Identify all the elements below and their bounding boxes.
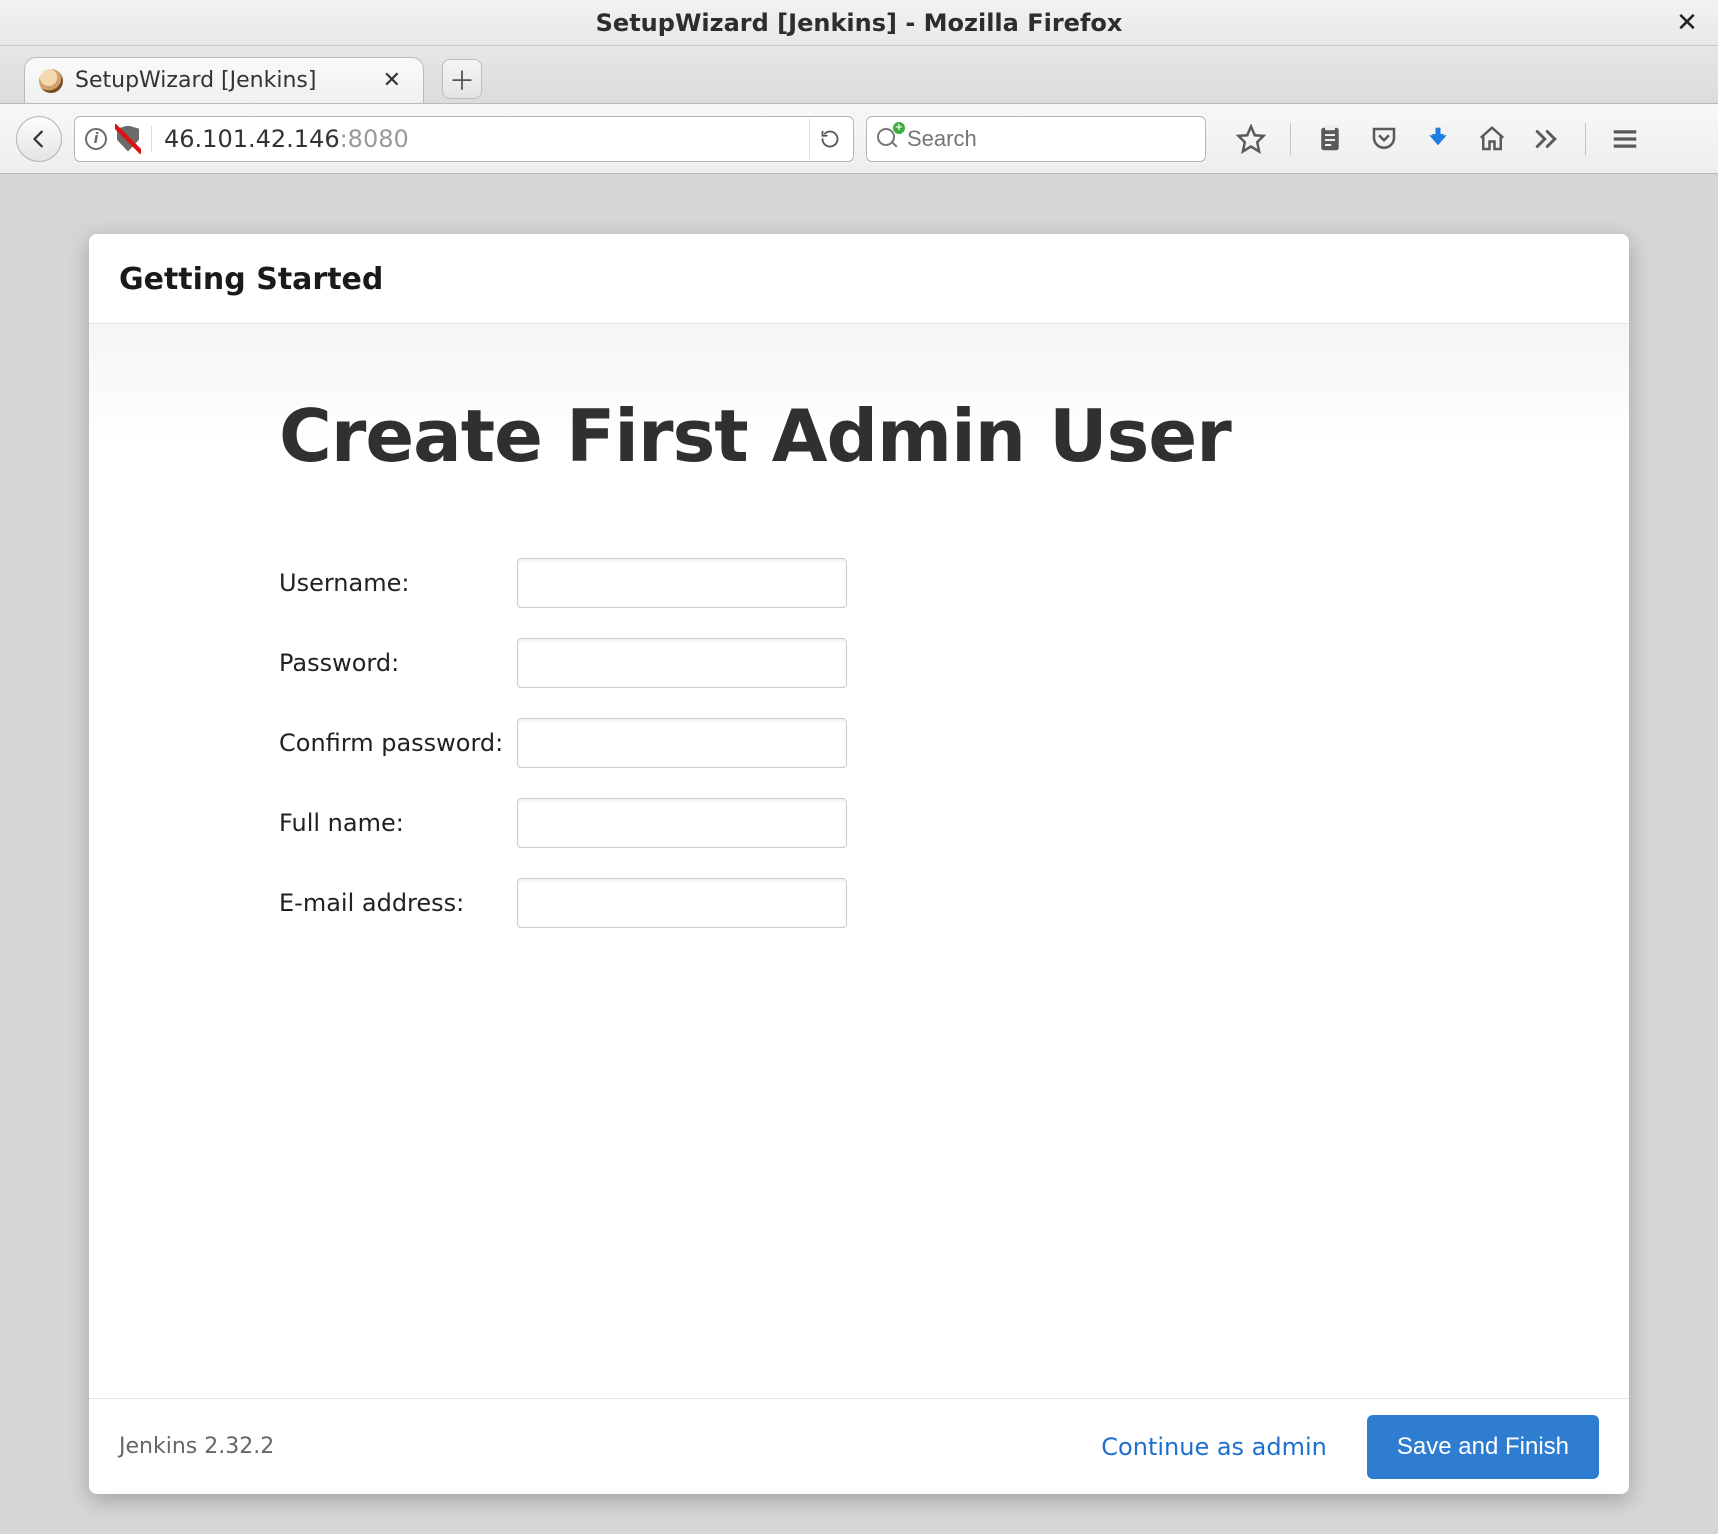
toolbar-icons [1236,123,1640,155]
hamburger-menu-button[interactable] [1610,124,1640,154]
url-bar[interactable]: i 46.101.42.146:8080 [74,116,854,162]
window-titlebar: SetupWizard [Jenkins] - Mozilla Firefox … [0,0,1718,46]
page-viewport: Getting Started Create First Admin User … [0,174,1718,1534]
home-button[interactable] [1477,124,1507,154]
wizard-body: Create First Admin User Username: Passwo… [89,324,1629,1398]
search-input[interactable] [907,126,1195,152]
clipboard-icon [1315,124,1345,154]
jenkins-favicon-icon [39,69,63,93]
pocket-icon [1369,124,1399,154]
downloads-button[interactable] [1423,124,1453,154]
reload-button[interactable] [809,119,849,159]
download-arrow-icon [1423,124,1453,154]
pocket-button[interactable] [1369,124,1399,154]
wizard-footer: Jenkins 2.32.2 Continue as admin Save an… [89,1398,1629,1494]
email-label: E-mail address: [279,878,517,928]
window-close-button[interactable]: ✕ [1672,8,1702,38]
form-row-fullname: Full name: [279,798,847,848]
confirm-password-label: Confirm password: [279,718,517,768]
bookmark-star-button[interactable] [1236,124,1266,154]
toolbar-separator [1290,123,1291,155]
star-icon [1236,124,1266,154]
tab-title: SetupWizard [Jenkins] [75,68,316,93]
nav-back-button[interactable] [16,116,62,162]
double-chevron-right-icon [1531,124,1561,154]
insecure-shield-icon [117,126,139,152]
form-row-password: Password: [279,638,847,688]
continue-as-admin-link[interactable]: Continue as admin [1101,1433,1327,1461]
password-input[interactable] [517,638,847,688]
home-icon [1477,124,1507,154]
chevron-left-icon [28,128,50,150]
tab-close-button[interactable]: ✕ [379,68,405,93]
window-title: SetupWizard [Jenkins] - Mozilla Firefox [596,9,1123,37]
setup-wizard-card: Getting Started Create First Admin User … [89,234,1629,1494]
form-row-confirm: Confirm password: [279,718,847,768]
reader-clipboard-button[interactable] [1315,124,1345,154]
url-port: :8080 [340,125,409,153]
jenkins-version: Jenkins 2.32.2 [119,1434,274,1459]
hamburger-icon [1610,124,1640,154]
search-box[interactable]: + [866,116,1206,162]
wizard-section-title: Getting Started [89,234,1629,324]
url-text: 46.101.42.146:8080 [164,125,809,153]
fullname-input[interactable] [517,798,847,848]
username-input[interactable] [517,558,847,608]
overflow-button[interactable] [1531,124,1561,154]
confirm-password-input[interactable] [517,718,847,768]
browser-toolbar: i 46.101.42.146:8080 + [0,104,1718,174]
reload-icon [820,129,840,149]
browser-tab-active[interactable]: SetupWizard [Jenkins] ✕ [24,57,424,103]
info-icon: i [85,128,107,150]
site-identity[interactable]: i [85,126,152,152]
username-label: Username: [279,558,517,608]
save-and-finish-button[interactable]: Save and Finish [1367,1415,1599,1479]
tab-strip: SetupWizard [Jenkins] ✕ ＋ [0,46,1718,104]
form-row-email: E-mail address: [279,878,847,928]
fullname-label: Full name: [279,798,517,848]
email-input[interactable] [517,878,847,928]
url-host: 46.101.42.146 [164,125,340,153]
search-icon: + [877,128,899,150]
form-row-username: Username: [279,558,847,608]
new-tab-button[interactable]: ＋ [442,59,482,99]
search-add-engine-icon: + [893,122,905,134]
toolbar-separator-2 [1585,123,1586,155]
password-label: Password: [279,638,517,688]
admin-user-form: Username: Password: Confirm password: Fu… [279,528,847,958]
wizard-heading: Create First Admin User [279,394,1589,478]
